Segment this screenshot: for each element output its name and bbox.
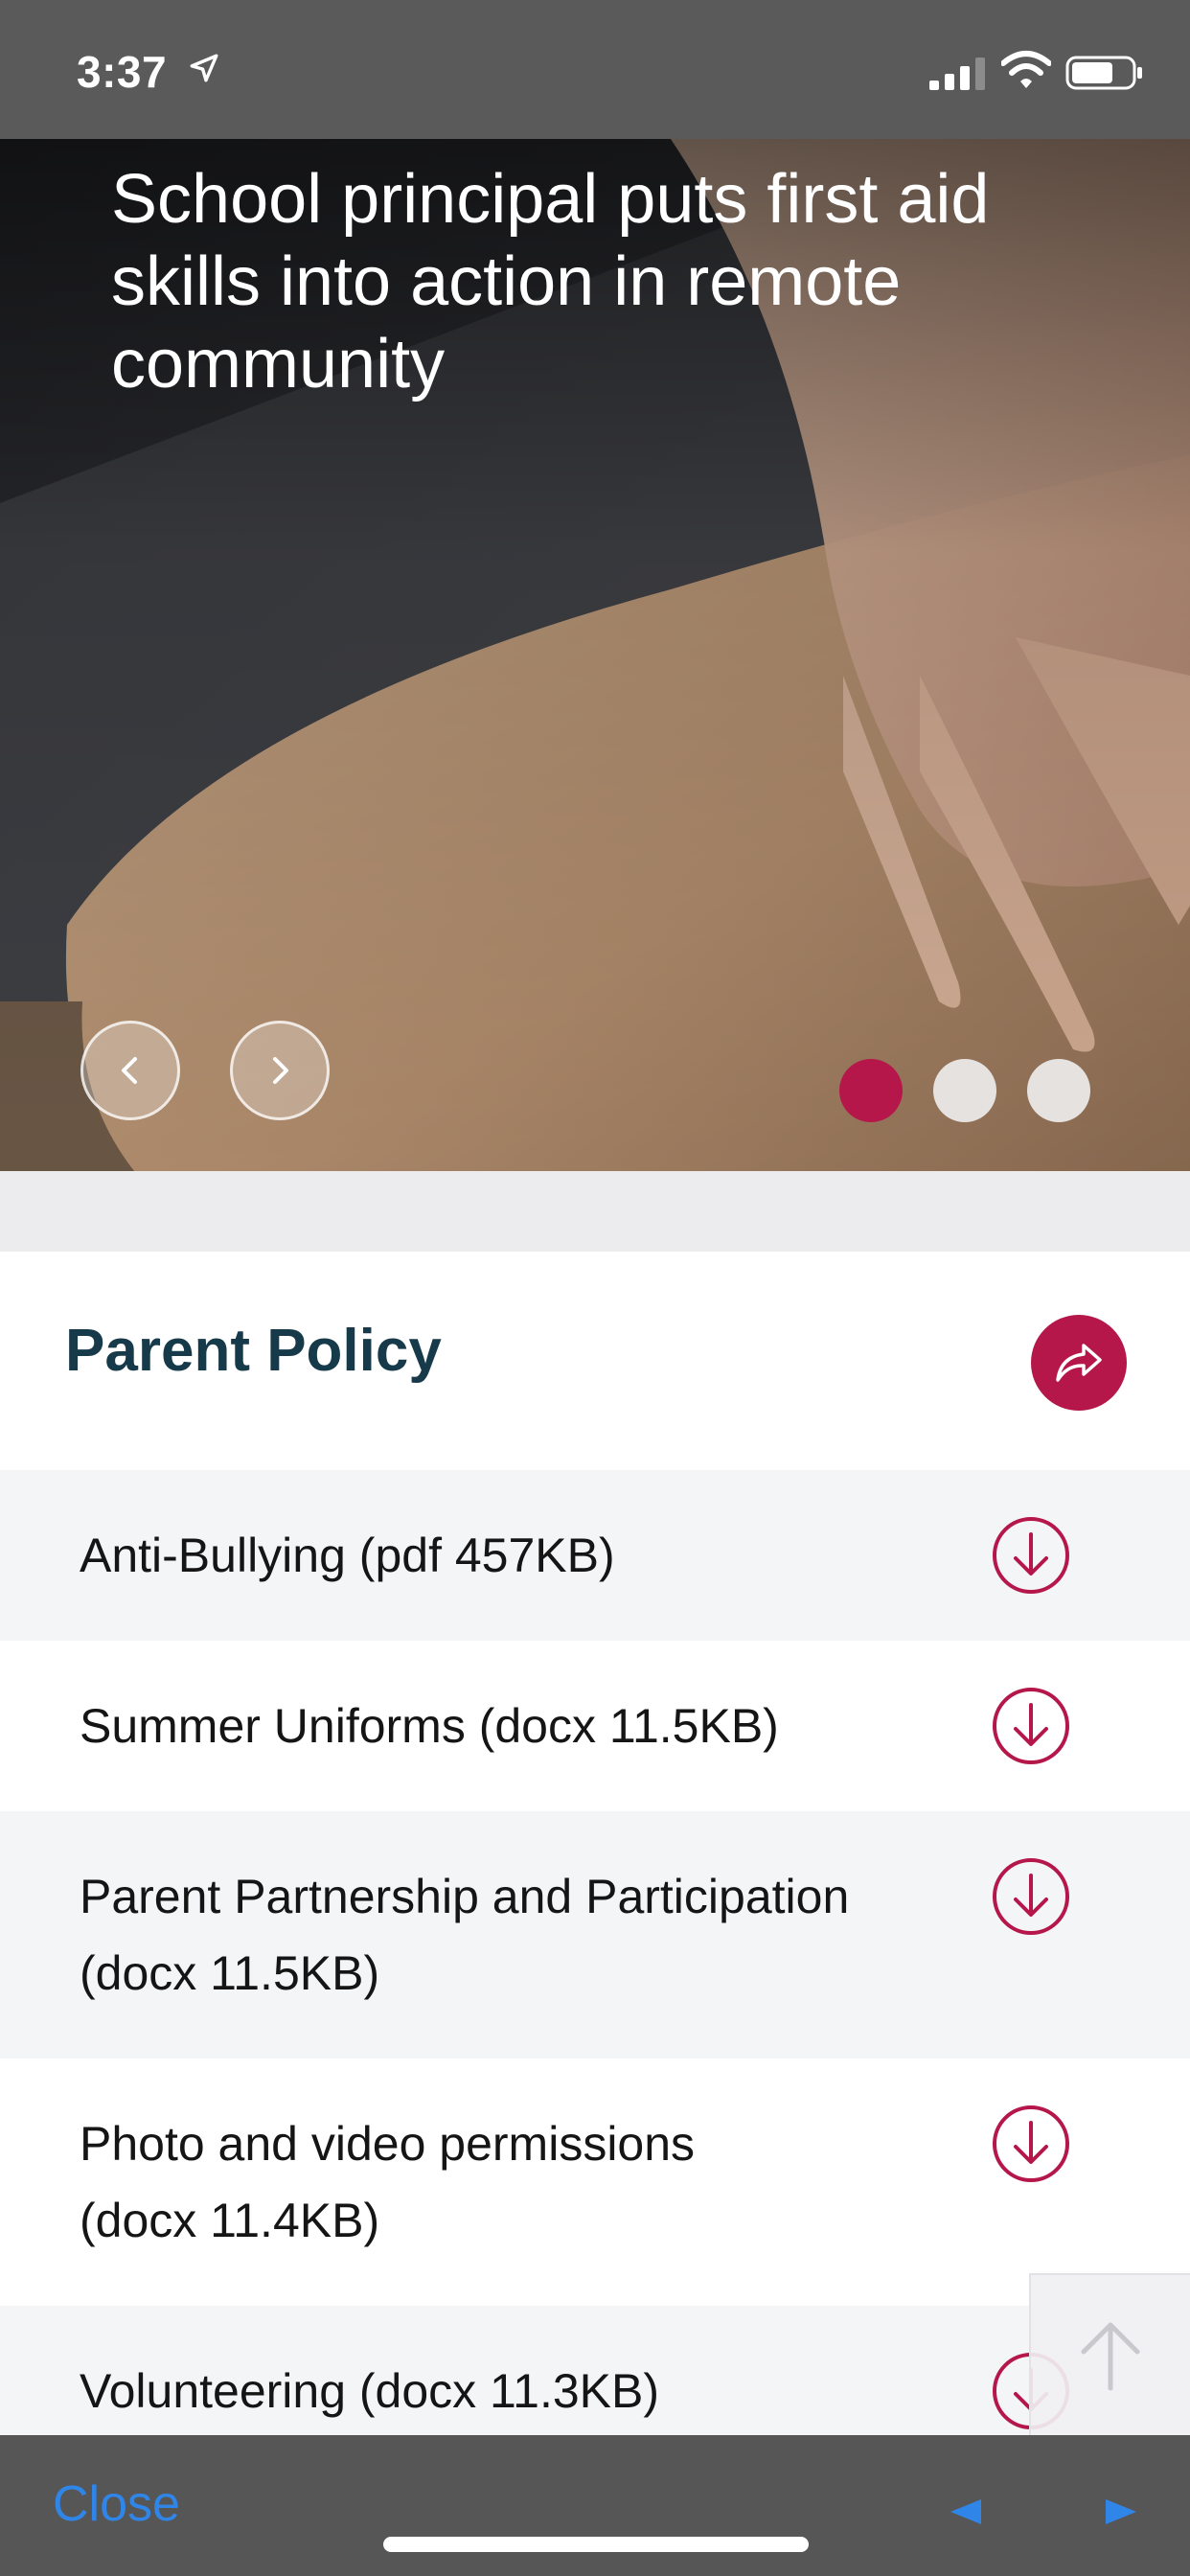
carousel-dot-2[interactable] (933, 1059, 996, 1122)
triangle-right-icon[interactable] (1104, 2497, 1138, 2526)
document-label[interactable]: Anti-Bullying (pdf 457KB) (80, 1517, 923, 1594)
hero-carousel[interactable]: School principal puts first aid skills i… (0, 139, 1190, 1171)
signal-icon (929, 58, 985, 90)
hero-title[interactable]: School principal puts first aid skills i… (111, 158, 1050, 405)
status-bar: 3:37 (0, 0, 1190, 139)
download-circle-icon[interactable] (991, 1686, 1071, 1766)
wifi-icon (1001, 51, 1051, 88)
document-label[interactable]: Volunteering (docx 11.3KB) (80, 2353, 923, 2429)
document-label-line-1: Parent Partnership and Participation (80, 1870, 850, 1923)
document-label-line-1: Photo and video permissions (80, 2117, 696, 2171)
document-label[interactable]: Photo and video permissions (docx 11.4KB… (80, 2105, 923, 2259)
list-item[interactable]: Summer Uniforms (docx 11.5KB) (0, 1641, 1190, 1811)
document-label-line-2: (docx 11.4KB) (80, 2194, 380, 2247)
download-circle-icon[interactable] (991, 2104, 1071, 2184)
carousel-dot-1[interactable] (839, 1059, 903, 1122)
home-indicator[interactable] (383, 2537, 809, 2552)
share-button[interactable] (1031, 1315, 1127, 1411)
document-label[interactable]: Parent Partnership and Participation (do… (80, 1858, 923, 2012)
carousel-next-button[interactable] (230, 1021, 330, 1120)
section-header: Parent Policy (0, 1252, 1190, 1470)
section-title: Parent Policy (65, 1318, 442, 1384)
download-circle-icon[interactable] (991, 1856, 1071, 1937)
arrow-up-icon (1081, 2322, 1140, 2391)
carousel-pagination (839, 1059, 1090, 1126)
document-label[interactable]: Summer Uniforms (docx 11.5KB) (80, 1688, 923, 1764)
chevron-left-icon (122, 1057, 137, 1084)
list-item[interactable]: Anti-Bullying (pdf 457KB) (0, 1470, 1190, 1641)
section-divider (0, 1171, 1190, 1252)
list-item[interactable]: Photo and video permissions (docx 11.4KB… (0, 2058, 1190, 2306)
triangle-left-icon[interactable] (949, 2497, 983, 2526)
location-arrow-icon (190, 54, 218, 82)
bottom-toolbar: Close (0, 2435, 1190, 2576)
download-circle-icon[interactable] (991, 1515, 1071, 1596)
scroll-to-top-button[interactable] (1029, 2273, 1190, 2436)
list-item[interactable]: Parent Partnership and Participation (do… (0, 1811, 1190, 2058)
document-list: Anti-Bullying (pdf 457KB) Summer Uniform… (0, 1470, 1190, 2435)
document-label-line-2: (docx 11.5KB) (80, 1946, 380, 2000)
share-icon (1056, 1344, 1102, 1382)
battery-icon (1065, 56, 1142, 90)
list-item[interactable]: Volunteering (docx 11.3KB) (0, 2306, 1190, 2435)
carousel-dot-3[interactable] (1027, 1059, 1090, 1122)
carousel-prev-button[interactable] (80, 1021, 180, 1120)
status-time: 3:37 (77, 47, 168, 97)
chevron-right-icon (273, 1057, 288, 1084)
close-button[interactable]: Close (53, 2475, 180, 2533)
